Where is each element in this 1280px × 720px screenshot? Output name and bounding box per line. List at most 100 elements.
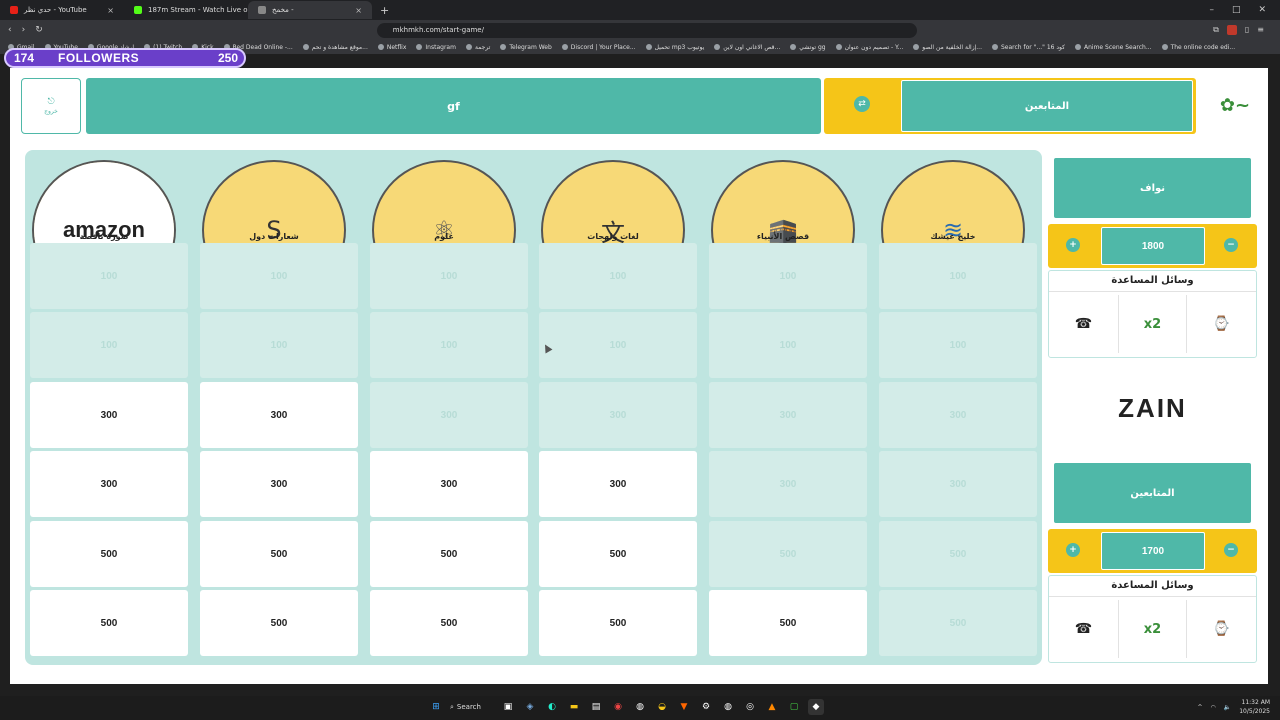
close-tab-icon[interactable]: ×: [107, 6, 114, 15]
bookmark-item[interactable]: Search for "..." كود 16: [992, 44, 1065, 51]
brave-icon[interactable]: ▼: [676, 699, 692, 715]
question-cell[interactable]: 300: [30, 382, 188, 448]
bookmark-item[interactable]: تصميم دون عنوان - Y...: [835, 44, 903, 51]
question-cell[interactable]: 300: [539, 451, 697, 517]
file-explorer-icon[interactable]: ▬: [566, 699, 582, 715]
question-cell[interactable]: 300: [370, 451, 528, 517]
team-1-score-row: + 1800 −: [1048, 224, 1257, 268]
bookmark-item[interactable]: The online code edi...: [1161, 44, 1235, 51]
question-cell[interactable]: 300: [200, 382, 358, 448]
decrease-score-button[interactable]: −: [1224, 543, 1238, 557]
taskbar-search-button[interactable]: ⌕ Search: [450, 699, 494, 715]
store-icon[interactable]: ▤: [588, 699, 604, 715]
obs-icon[interactable]: ◎: [742, 699, 758, 715]
bookmark-item[interactable]: Instagram: [416, 44, 456, 51]
question-cell[interactable]: 500: [30, 521, 188, 587]
double-points-button[interactable]: x2: [1118, 600, 1187, 658]
edge-icon[interactable]: ◐: [544, 699, 560, 715]
increase-score-button[interactable]: +: [1066, 238, 1080, 252]
exit-button[interactable]: ⎋ خروج: [21, 78, 81, 134]
app-icon[interactable]: ◒: [654, 699, 670, 715]
question-cell[interactable]: 300: [200, 451, 358, 517]
app-icon-3[interactable]: ▢: [786, 699, 802, 715]
increase-score-button[interactable]: +: [1066, 543, 1080, 557]
bookmark-item[interactable]: إزالة الخلفية من الصو...: [913, 44, 982, 51]
tab-youtube[interactable]: حدي نظر - YouTube ×: [0, 1, 124, 19]
bookmark-label: ترجمة: [474, 43, 491, 51]
tab-mkhmkh[interactable]: مخمخ - ×: [248, 1, 372, 19]
switch-turn-icon[interactable]: ⇄: [854, 96, 870, 112]
clock[interactable]: 11:32 AM 10/5/2025: [1239, 698, 1270, 716]
steam-icon[interactable]: ◍: [632, 699, 648, 715]
extension-icon[interactable]: ⧉: [1213, 25, 1219, 35]
bookmark-icon: [714, 44, 721, 50]
team-1-name-text: نواف: [1139, 182, 1166, 194]
bookmark-icon: [1075, 44, 1082, 50]
rest-icon[interactable]: ⌚: [1187, 295, 1256, 353]
double-points-button[interactable]: x2: [1118, 295, 1187, 353]
question-cell[interactable]: 500: [539, 590, 697, 656]
team-a-name-bar: gf: [86, 78, 821, 134]
question-cell[interactable]: 300: [30, 451, 188, 517]
toolbar-icons: ⧉ ▯ ≡: [1213, 25, 1280, 35]
bookmark-item[interactable]: Discord | Your Place...: [561, 44, 636, 51]
steam-icon-2[interactable]: ◍: [720, 699, 736, 715]
maximize-icon[interactable]: □: [1232, 5, 1241, 15]
bookmark-item[interactable]: ترجمة: [465, 43, 491, 51]
category-header: ≋ خليج عيشك: [876, 154, 1030, 246]
minimize-icon[interactable]: –: [1209, 5, 1214, 15]
chrome-icon[interactable]: ◉: [610, 699, 626, 715]
question-cell-used: 300: [539, 382, 697, 448]
bookmark-icon: [992, 44, 998, 50]
close-tab-icon[interactable]: ×: [355, 6, 362, 15]
bookmark-item[interactable]: تحميل mp3 يوتيوب: [645, 44, 704, 51]
chevron-up-icon[interactable]: ^: [1197, 704, 1202, 711]
app-icon-2[interactable]: ▲: [764, 699, 780, 715]
brave-shield-icon[interactable]: [1226, 25, 1237, 35]
reload-icon[interactable]: ↻: [35, 25, 43, 35]
decrease-score-button[interactable]: −: [1224, 238, 1238, 252]
question-cell[interactable]: 500: [200, 521, 358, 587]
back-icon[interactable]: ‹: [8, 25, 12, 35]
team-1-help-box: وسائل المساعدة ☎ x2 ⌚: [1048, 270, 1257, 358]
bookmark-item[interactable]: قص الاغاني اون لاين...: [714, 44, 780, 51]
question-cell[interactable]: 500: [200, 590, 358, 656]
bookmark-item[interactable]: توتشي gg: [790, 44, 826, 51]
call-friend-icon[interactable]: ☎: [1049, 600, 1118, 658]
question-cell[interactable]: 500: [539, 521, 697, 587]
current-turn-panel: ⇄ المتابعين: [824, 78, 1196, 134]
menu-icon[interactable]: ≡: [1257, 25, 1264, 35]
bookmark-item[interactable]: Anime Scene Search...: [1075, 44, 1152, 51]
question-cell[interactable]: 500: [370, 590, 528, 656]
tab-kick[interactable]: 187m Stream - Watch Live on Kick ×: [124, 1, 248, 19]
question-cell[interactable]: 500: [370, 521, 528, 587]
wifi-icon[interactable]: ◠: [1211, 704, 1216, 711]
volume-icon[interactable]: 🔈: [1224, 704, 1231, 711]
app-icon-4[interactable]: ◆: [808, 699, 824, 715]
forward-icon[interactable]: ›: [22, 25, 26, 35]
question-cell[interactable]: 500: [709, 590, 867, 656]
sidebar-icon[interactable]: ▯: [1245, 25, 1249, 35]
task-view-icon[interactable]: ▣: [500, 699, 516, 715]
bookmark-label: Anime Scene Search...: [1084, 43, 1152, 51]
bookmark-item[interactable]: Netflix: [377, 44, 406, 51]
question-cell-used: 100: [539, 243, 697, 309]
url-input[interactable]: mkhmkh.com/start-game/: [376, 22, 917, 38]
bookmark-label: إزالة الخلفية من الصو...: [922, 43, 982, 51]
rest-icon[interactable]: ⌚: [1187, 600, 1256, 658]
windows-start-icon[interactable]: ⊞: [428, 699, 444, 715]
windows-taskbar: ⊞ ⌕ Search ▣ ◈ ◐ ▬ ▤ ◉ ◍ ◒ ▼ ⚙ ◍ ◎ ▲ ▢ ◆ …: [0, 696, 1280, 720]
question-cell[interactable]: 500: [30, 590, 188, 656]
close-window-icon[interactable]: ✕: [1258, 5, 1266, 15]
tab-label: مخمخ -: [272, 6, 294, 14]
bookmark-icon: [790, 44, 797, 50]
bookmark-item[interactable]: Telegram Web: [500, 44, 552, 51]
question-cell-used: 300: [879, 451, 1037, 517]
copilot-icon[interactable]: ◈: [522, 699, 538, 715]
category-label: علوم: [434, 232, 454, 241]
call-friend-icon[interactable]: ☎: [1049, 295, 1118, 353]
settings-icon[interactable]: ⚙: [698, 699, 714, 715]
new-tab-button[interactable]: +: [372, 4, 397, 17]
bookmark-item[interactable]: موقع مشاهدة و تحم...: [302, 44, 368, 51]
sponsor-text: ZAIN: [1118, 392, 1187, 423]
